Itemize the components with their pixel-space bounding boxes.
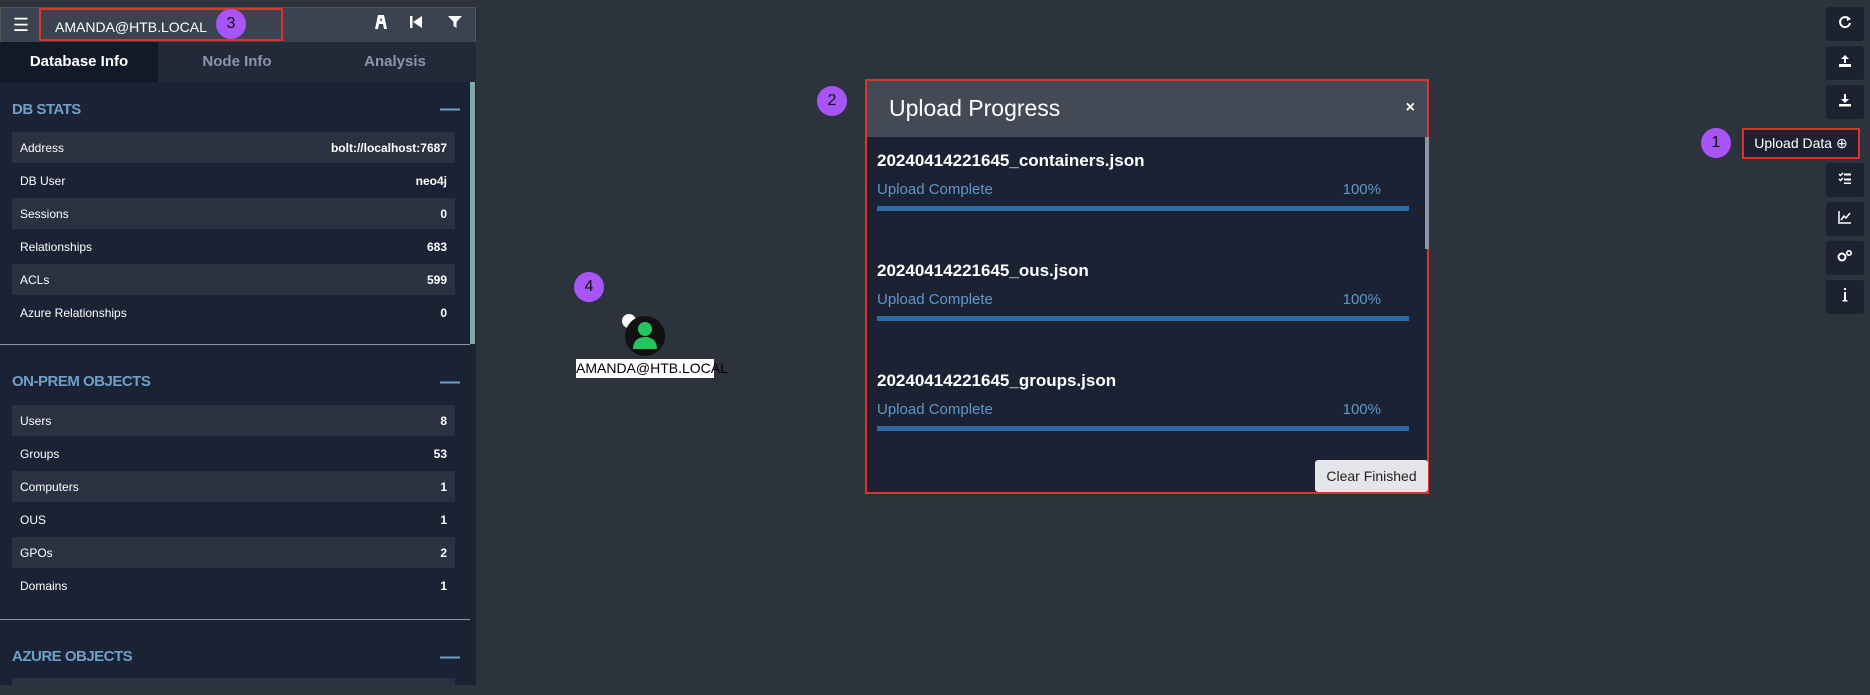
tab-database-info[interactable]: Database Info — [0, 42, 158, 82]
upload-progress-bar — [877, 426, 1409, 431]
tab-analysis[interactable]: Analysis — [316, 42, 474, 82]
upload-progress-bar — [877, 206, 1409, 211]
info-icon[interactable] — [1826, 280, 1864, 314]
object-label: Users — [20, 414, 52, 428]
upload-percent: 100% — [1342, 181, 1381, 198]
close-icon[interactable]: × — [1406, 99, 1415, 117]
circle-arrow-up-icon: ⊕ — [1835, 135, 1848, 151]
onprem-collapse-icon[interactable]: — — [440, 372, 460, 392]
pathfinding-icon[interactable] — [370, 14, 392, 36]
annotation-marker-4: 4 — [574, 272, 604, 302]
upload-status: Upload Complete — [877, 401, 993, 418]
modal-header: Upload Progress × — [867, 81, 1427, 137]
object-row-computers: Computers 1 — [12, 471, 455, 502]
object-label: Computers — [20, 480, 79, 494]
azure-collapse-icon[interactable]: — — [440, 647, 460, 667]
user-node[interactable] — [625, 316, 665, 356]
object-count: 53 — [433, 447, 447, 461]
azure-objects-heading: AZURE OBJECTS — [12, 648, 133, 665]
panel-scrollbar[interactable] — [470, 82, 475, 344]
user-icon — [633, 322, 657, 349]
object-count: 2 — [440, 546, 447, 560]
upload-file-name: 20240414221645_ous.json — [877, 261, 1089, 280]
queries-list-icon[interactable] — [1826, 163, 1864, 197]
search-box[interactable] — [39, 8, 283, 41]
stat-label: Relationships — [20, 240, 93, 254]
object-row-domains: Domains 1 — [12, 570, 455, 601]
back-icon[interactable] — [405, 14, 427, 36]
refresh-icon[interactable] — [1826, 7, 1864, 41]
object-row-gpos: GPOs 2 — [12, 537, 455, 568]
upload-percent: 100% — [1342, 291, 1381, 308]
stat-row-address: Address bolt://localhost:7687 — [12, 132, 455, 163]
object-row-azure — [12, 678, 455, 685]
filter-icon[interactable] — [444, 14, 466, 36]
panel-tabs: Database Info Node Info Analysis — [0, 42, 476, 82]
object-label: Domains — [20, 579, 68, 593]
onprem-objects-heading: ON-PREM OBJECTS — [12, 373, 151, 390]
stat-value: 683 — [426, 240, 447, 254]
modal-scrollbar[interactable] — [1425, 137, 1429, 249]
stat-row-azure-relationships: Azure Relationships 0 — [12, 297, 455, 328]
search-bar: ☰ 3 — [0, 7, 476, 44]
stat-row-relationships: Relationships 683 — [12, 231, 455, 262]
object-count: 1 — [440, 480, 447, 494]
tab-node-info[interactable]: Node Info — [158, 42, 316, 82]
object-count: 8 — [440, 414, 447, 428]
hamburger-menu-icon[interactable]: ☰ — [9, 15, 33, 35]
stat-value: 0 — [440, 306, 447, 320]
download-icon[interactable] — [1826, 85, 1864, 119]
stat-value: bolt://localhost:7687 — [330, 141, 447, 155]
upload-file-name: 20240414221645_groups.json — [877, 371, 1117, 390]
stat-value: 599 — [426, 273, 447, 287]
annotation-marker-1: 1 — [1701, 128, 1731, 158]
annotation-marker-2: 2 — [817, 86, 847, 116]
object-label: GPOs — [20, 546, 53, 560]
stat-row-sessions: Sessions 0 — [12, 198, 455, 229]
upload-progress-modal: Upload Progress × 20240414221645_contain… — [865, 79, 1429, 494]
db-stats-collapse-icon[interactable]: — — [440, 99, 460, 119]
section-divider — [0, 619, 470, 620]
upload-icon[interactable] — [1826, 46, 1864, 80]
object-row-users: Users 8 — [12, 405, 455, 436]
upload-status: Upload Complete — [877, 181, 993, 198]
stat-row-acls: ACLs 599 — [12, 264, 455, 295]
upload-data-label: Upload Data — [1754, 135, 1833, 151]
stat-value: 0 — [440, 207, 447, 221]
stat-value: neo4j — [415, 174, 447, 188]
left-panel: ☰ 3 Database Info Node Info Analysis DB … — [0, 7, 476, 685]
node-label: AMANDA@HTB.LOCAL — [576, 359, 728, 378]
upload-progress-bar — [877, 316, 1409, 321]
modal-title: Upload Progress — [889, 95, 1061, 121]
db-stats-heading: DB STATS — [12, 101, 81, 118]
stat-label: Address — [20, 141, 65, 155]
section-divider — [0, 344, 470, 345]
object-count: 1 — [440, 579, 447, 593]
object-row-groups: Groups 53 — [12, 438, 455, 469]
upload-percent: 100% — [1342, 401, 1381, 418]
panel-content[interactable]: DB STATS — Address bolt://localhost:7687 … — [0, 82, 476, 685]
stat-label: DB User — [20, 174, 66, 188]
stat-label: Sessions — [20, 207, 69, 221]
object-row-ous: OUS 1 — [12, 504, 455, 535]
stat-row-db-user: DB User neo4j — [12, 165, 455, 196]
clear-finished-button[interactable]: Clear Finished — [1315, 460, 1428, 492]
object-label: OUS — [20, 513, 47, 527]
annotation-marker-3: 3 — [216, 9, 246, 39]
upload-data-button[interactable]: Upload Data ⊕ — [1742, 128, 1860, 159]
stat-label: ACLs — [20, 273, 50, 287]
object-label: Groups — [20, 447, 60, 461]
object-count: 1 — [440, 513, 447, 527]
chart-icon[interactable] — [1826, 202, 1864, 236]
upload-file-name: 20240414221645_containers.json — [877, 151, 1145, 170]
settings-gears-icon[interactable] — [1826, 241, 1864, 275]
stat-label: Azure Relationships — [20, 306, 127, 320]
upload-status: Upload Complete — [877, 291, 993, 308]
